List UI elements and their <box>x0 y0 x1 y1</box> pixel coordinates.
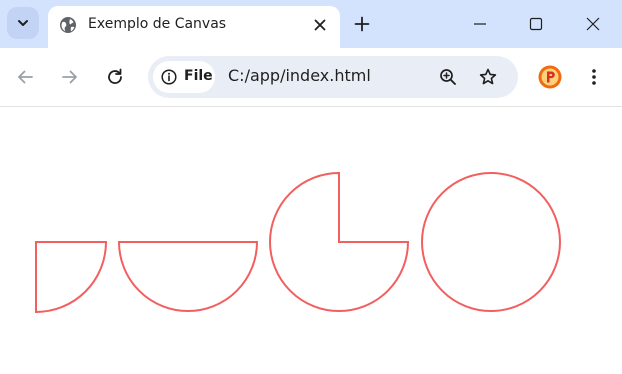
kebab-menu-icon[interactable] <box>584 67 604 87</box>
full-circle-shape <box>421 172 561 312</box>
active-tab[interactable]: Exemplo de Canvas <box>48 6 340 48</box>
tab-title: Exemplo de Canvas <box>88 16 227 32</box>
page-viewport <box>0 107 622 374</box>
maximize-icon[interactable] <box>526 14 546 34</box>
forward-arrow-icon[interactable] <box>59 66 81 88</box>
site-info-chip[interactable]: File <box>153 61 215 93</box>
canvas <box>35 171 561 314</box>
info-icon <box>161 69 177 85</box>
tab-search-button[interactable] <box>7 7 39 39</box>
close-icon[interactable] <box>312 17 328 33</box>
address-bar[interactable]: File C:/app/index.html <box>148 56 518 98</box>
zoom-icon[interactable] <box>438 67 458 87</box>
window-close-icon[interactable] <box>583 14 603 34</box>
site-info-label: File <box>184 68 213 84</box>
reload-icon[interactable] <box>104 66 126 88</box>
url-text[interactable]: C:/app/index.html <box>228 66 371 85</box>
browser-toolbar: File C:/app/index.html <box>0 48 622 107</box>
tab-strip: Exemplo de Canvas <box>0 0 622 48</box>
globe-icon <box>60 17 76 33</box>
star-icon[interactable] <box>478 67 498 87</box>
back-arrow-icon[interactable] <box>14 66 36 88</box>
quarter-circle-shape <box>35 241 108 314</box>
half-circle-shape <box>117 241 259 312</box>
chevron-down-icon <box>18 20 28 26</box>
minimize-icon[interactable] <box>470 14 490 34</box>
plus-icon[interactable] <box>352 14 372 34</box>
profile-icon[interactable] <box>538 65 562 89</box>
three-quarter-circle-shape <box>269 171 410 312</box>
